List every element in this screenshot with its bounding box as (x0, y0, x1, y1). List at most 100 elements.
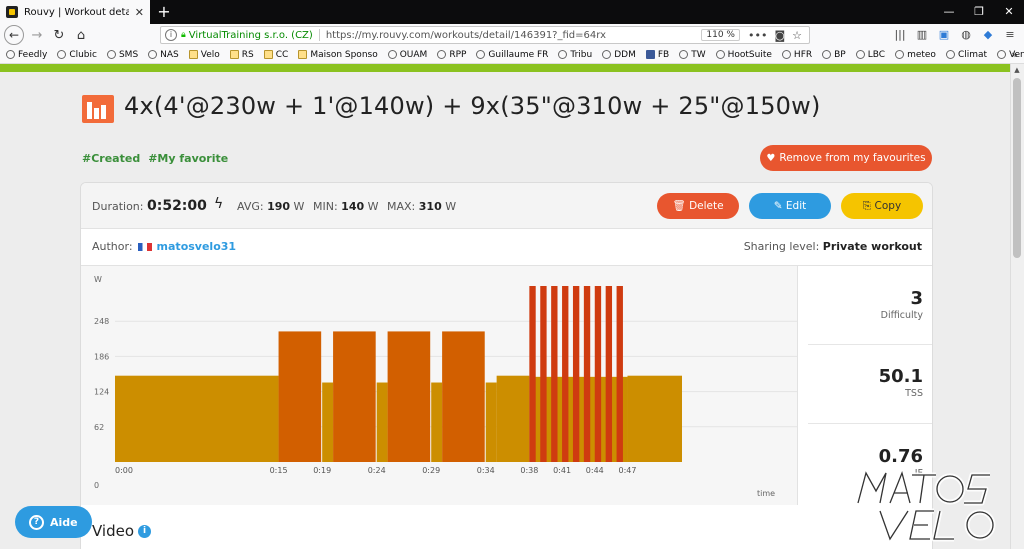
pocket-icon[interactable]: ◙ (774, 29, 785, 42)
sprint-bar (562, 286, 569, 462)
tab-workout-detail[interactable]: Rouvy | Workout detail ✕ (0, 0, 150, 24)
close-tab-icon[interactable]: ✕ (135, 6, 144, 19)
info-icon[interactable]: i (138, 524, 152, 538)
author-link[interactable]: matosvelo31 (157, 240, 237, 253)
page-title: 4x(4'@230w + 1'@140w) + 9x(35"@310w + 25… (124, 92, 821, 120)
folder-icon (188, 50, 198, 59)
bookmark-rpp[interactable]: RPP (437, 50, 466, 60)
extension-diamond-icon[interactable]: ◆ (980, 26, 996, 44)
scroll-up-icon[interactable]: ▲ (1010, 64, 1024, 76)
extension-circle-icon[interactable]: ◍ (958, 26, 974, 44)
lock-icon[interactable]: 🔒︎ (181, 30, 186, 40)
sprint-bar (605, 286, 613, 462)
bookmark-ouam[interactable]: OUAM (387, 50, 427, 60)
bookmark-bp[interactable]: BP (822, 50, 846, 60)
back-button[interactable]: ← (4, 25, 24, 45)
globe-icon (6, 50, 15, 59)
power-chart-svg: 0 62 124 186 248 Wtime 0:00 0:15 0:19 0:24 0:29 0:3… (94, 275, 797, 498)
tab-title: Rouvy | Workout detail (24, 6, 129, 18)
min-stat: MIN: 140 W (313, 200, 379, 213)
globe-icon (148, 50, 158, 59)
star-icon[interactable]: ☆ (792, 29, 802, 42)
bookmarks-overflow-icon[interactable]: » (1011, 46, 1018, 63)
bookmarks-bar: Feedly Clubic SMS NAS Velo RS CC Maison Sponso O… (0, 46, 1024, 64)
pencil-icon: ✎ (773, 200, 783, 212)
bookmark-nas[interactable]: NAS (148, 50, 179, 60)
new-tab-button[interactable]: + (154, 2, 174, 22)
workout-chart-icon (82, 95, 114, 123)
globe-icon (106, 50, 116, 59)
extension-s-icon[interactable]: ▣ (936, 26, 952, 44)
sprint-bar (551, 286, 558, 462)
bar (431, 382, 443, 462)
tag-created[interactable]: #Created (82, 152, 140, 165)
url-text[interactable]: https://my.rouvy.com/workouts/detail/146… (326, 30, 702, 41)
bookmark-rs[interactable]: RS (229, 50, 254, 60)
sprint-bar (594, 286, 602, 462)
close-window-icon[interactable]: ✕ (994, 0, 1024, 24)
menu-icon[interactable]: ≡ (1002, 26, 1018, 44)
bar (442, 331, 485, 462)
bar (322, 382, 334, 462)
url-bar[interactable]: i 🔒︎ VirtualTraining s.r.o. (CZ) https:/… (160, 26, 810, 44)
delete-button[interactable]: 🗑︎ Delete (657, 193, 739, 219)
bookmark-feedly[interactable]: Feedly (6, 50, 47, 60)
copy-button[interactable]: ⎘ Copy (841, 193, 923, 219)
question-icon: ? (29, 514, 44, 530)
site-header-bar (0, 64, 1010, 72)
bookmark-climat[interactable]: Climat (945, 50, 987, 60)
remove-favourite-button[interactable]: ♥ Remove from my favourites (760, 145, 932, 171)
bookmark-guillaume-fr[interactable]: Guillaume FR (476, 50, 548, 60)
globe-icon (387, 50, 397, 59)
y-axis-label: W (94, 275, 102, 284)
bookmark-sms[interactable]: SMS (106, 50, 138, 60)
author-flag-icon (137, 242, 152, 251)
trash-icon: 🗑︎ (672, 200, 686, 212)
bookmark-fb[interactable]: FB (645, 50, 669, 60)
x-axis-label: time (757, 489, 775, 498)
globe-icon (57, 50, 67, 59)
author-line: Author: matosvelo31 (92, 240, 237, 253)
bar (485, 382, 497, 462)
info-icon[interactable]: i (165, 29, 177, 41)
x-tick-label: 0:24 (368, 466, 386, 475)
y-tick-label: 186 (94, 352, 109, 361)
bookmark-ddm[interactable]: DDM (602, 50, 636, 60)
folder-icon (263, 50, 273, 59)
scrollbar-thumb[interactable] (1013, 78, 1021, 258)
home-button[interactable]: ⌂ (70, 24, 92, 46)
zoom-badge[interactable]: 110 % (701, 29, 740, 41)
restore-icon[interactable]: ❐ (964, 0, 994, 24)
folder-icon (229, 50, 239, 59)
workout-card: Duration: 0:52:00 ϟ AVG: 190 W MIN: 140 … (80, 182, 933, 549)
bookmark-velo[interactable]: Velo (188, 50, 220, 60)
sidebar-icon[interactable]: ▥ (914, 26, 930, 44)
reload-button[interactable]: ↻ (48, 24, 70, 46)
minimize-icon[interactable]: — (934, 0, 964, 24)
edit-button[interactable]: ✎ Edit (749, 193, 831, 219)
bookmark-tw[interactable]: TW (679, 50, 706, 60)
tag-my-favorite[interactable]: #My favorite (148, 152, 228, 165)
help-button[interactable]: ? Aide (15, 506, 92, 538)
sprint-bar (529, 286, 536, 462)
bookmark-hfr[interactable]: HFR (781, 50, 812, 60)
x-tick-label: 0:47 (618, 466, 636, 475)
library-icon[interactable]: ||| (892, 26, 908, 44)
sprint-bar (540, 286, 547, 462)
forward-button[interactable]: → (26, 24, 48, 46)
y-tick-label: 62 (94, 423, 104, 432)
bookmark-maison-sponso[interactable]: Maison Sponso (298, 50, 378, 60)
x-tick-label: 0:00 (115, 466, 133, 475)
bookmark-meteo[interactable]: meteo (895, 50, 936, 60)
bookmark-lbc[interactable]: LBC (855, 50, 885, 60)
bookmark-clubic[interactable]: Clubic (57, 50, 97, 60)
bookmark-cc[interactable]: CC (263, 50, 288, 60)
x-tick-label: 0:44 (586, 466, 604, 475)
sprint-bar (583, 286, 591, 462)
globe-icon (855, 50, 865, 59)
watermark-logo-icon (855, 470, 996, 542)
bookmark-tribu[interactable]: Tribu (558, 50, 592, 60)
more-actions-icon[interactable]: ••• (748, 29, 767, 42)
globe-icon (822, 50, 832, 59)
bookmark-hootsuite[interactable]: HootSuite (715, 50, 772, 60)
